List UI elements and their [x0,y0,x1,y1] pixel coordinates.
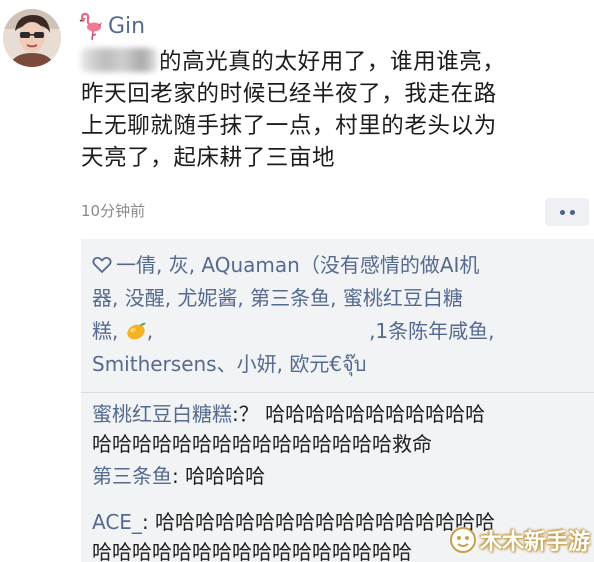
commenter-name[interactable]: ACE_ [92,510,142,534]
likes-line: 糕, , ,1条陈年咸鱼, [92,315,587,348]
likes-names[interactable]: , [147,319,153,343]
username[interactable]: Gin [108,14,145,39]
blurred-redaction [81,48,157,72]
post-line: 昨天回老家的时候已经半夜了，我走在路 [81,81,497,107]
commenter-name[interactable]: 蜜桃红豆白糖糕 [92,402,232,426]
post-line: 的高光真的太好用了，谁用谁亮， [81,46,586,78]
likes-line: 一倩, 灰, AQuaman（没有感情的做AI机 [92,249,587,282]
comment-text: :？ 哈哈哈哈哈哈哈哈哈哈哈 [232,402,486,426]
comment[interactable]: 第三条鱼: 哈哈哈哈 [92,461,587,491]
comment-line: 第三条鱼: 哈哈哈哈 [92,461,587,491]
watermark: 木木新手游 [449,524,590,556]
moments-post: Gin 的高光真的太好用了，谁用谁亮， 昨天回老家的时候已经半夜了，我走在路 上… [0,0,594,562]
post-timestamp: 10分钟前 [81,202,146,220]
comment-line: 蜜桃红豆白糖糕:？ 哈哈哈哈哈哈哈哈哈哈哈 [92,399,587,429]
divider [81,392,594,393]
post-content: 的高光真的太好用了，谁用谁亮， 昨天回老家的时候已经半夜了，我走在路 上无聊就随… [81,46,586,174]
comment-text: : 哈哈哈哈 [172,464,266,488]
author-row: Gin [78,10,145,42]
likes-names[interactable]: ,1条陈年咸鱼, [369,319,494,343]
mango-emoji-icon [127,322,146,340]
commenter-name[interactable]: 第三条鱼 [92,464,172,488]
likes-list: 一倩, 灰, AQuaman（没有感情的做AI机 器, 没醒, 尤妮酱, 第三条… [92,249,587,381]
likes-line[interactable]: 器, 没醒, 尤妮酱, 第三条鱼, 蜜桃红豆白糖 [92,282,587,315]
post-line-text: 的高光真的太好用了，谁用谁亮， [159,49,506,75]
likes-names[interactable]: 一倩, 灰, AQuaman（没有感情的做AI机 [116,253,479,277]
comment[interactable]: 蜜桃红豆白糖糕:？ 哈哈哈哈哈哈哈哈哈哈哈 哈哈哈哈哈哈哈哈哈哈哈哈哈哈哈救命 [92,399,587,459]
comment-text: : 哈哈哈哈哈哈哈哈哈哈哈哈哈哈哈哈哈 [141,510,496,534]
likes-names[interactable]: 糕, [92,319,118,343]
more-dots-icon [569,209,575,215]
watermark-logo-icon [449,527,476,553]
flamingo-icon [79,12,102,41]
post-line: 天亮了，起床耕了三亩地 [81,145,336,171]
more-button[interactable] [545,198,589,226]
comment-line: 哈哈哈哈哈哈哈哈哈哈哈哈哈哈哈救命 [92,432,432,456]
interaction-panel: 一倩, 灰, AQuaman（没有感情的做AI机 器, 没醒, 尤妮酱, 第三条… [81,239,594,562]
watermark-text: 木木新手游 [479,530,590,555]
more-dots-icon [559,209,565,215]
avatar[interactable] [3,9,61,67]
heart-outline-icon [92,256,112,273]
likes-line[interactable]: Smithersens、小妍, 欧元€จุ๊บ [92,348,587,381]
post-line: 上无聊就随手抹了一点，村里的老头以为 [81,113,497,139]
